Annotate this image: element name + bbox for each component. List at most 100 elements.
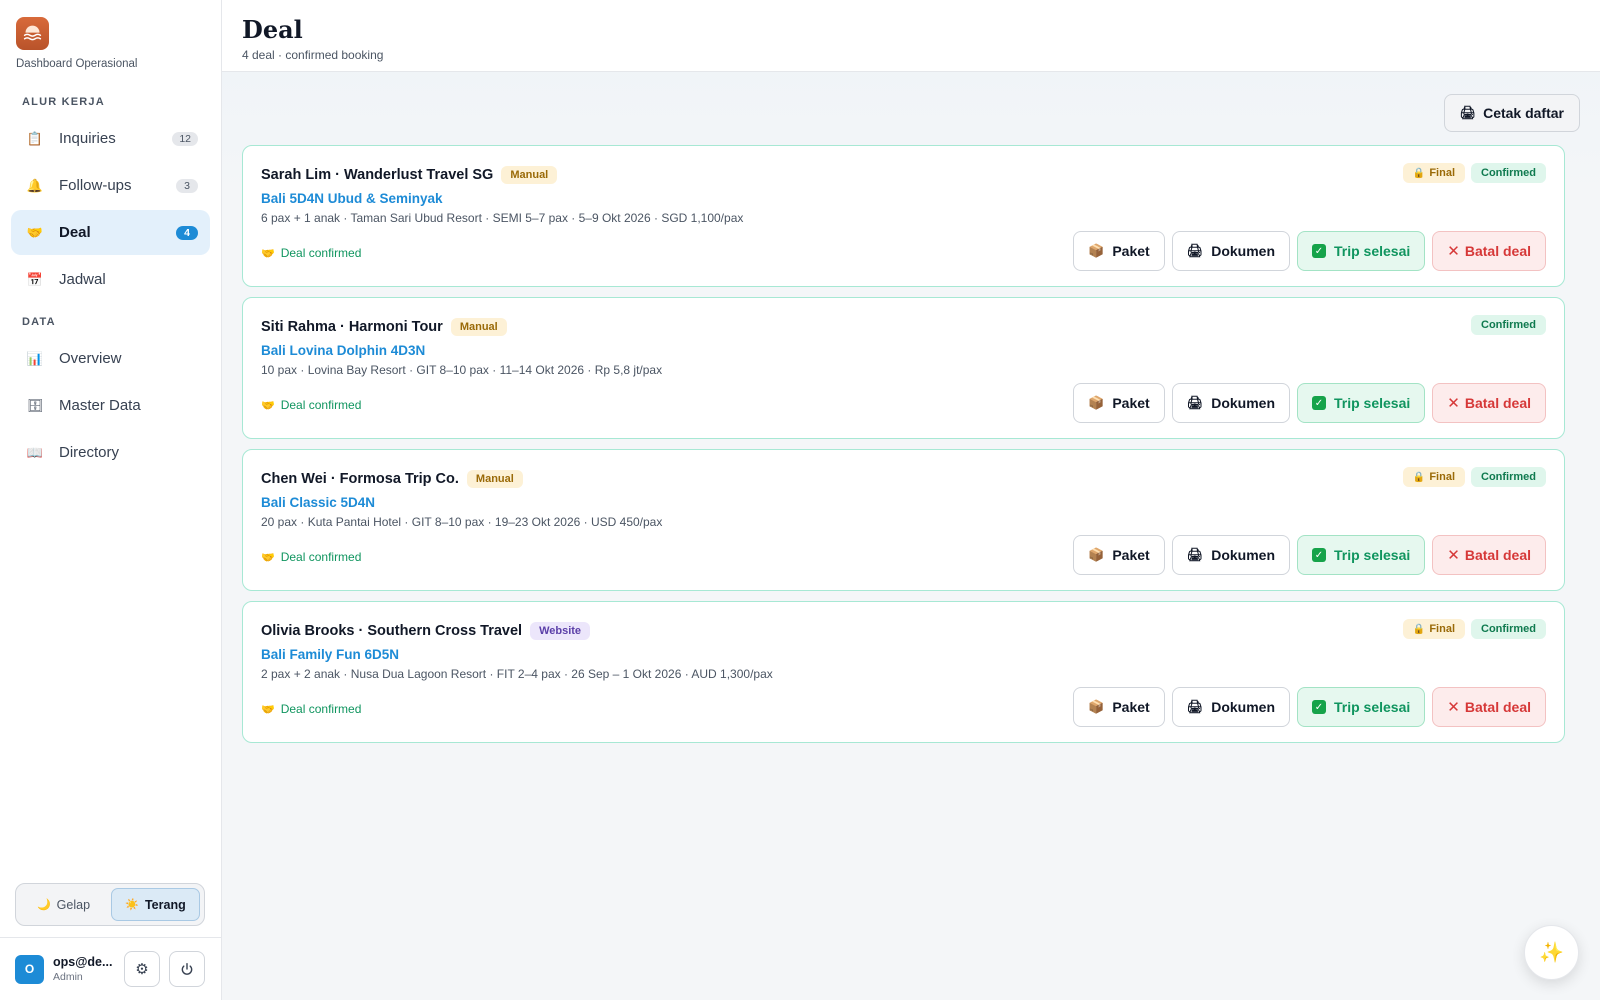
logout-button[interactable] [169,951,205,987]
source-badge: Manual [466,470,523,488]
deal-status-label: Deal confirmed [280,246,362,260]
brand-logo-icon[interactable] [16,17,49,50]
package-icon: 📦 [1088,243,1105,258]
deal-title: Sarah Lim · Wanderlust Travel SG [261,167,494,183]
cancel-deal-button[interactable]: ✕ Batal deal [1432,231,1546,271]
cancel-deal-button[interactable]: ✕ Batal deal [1432,687,1546,727]
dokumen-button[interactable]: 🖨 Dokumen [1171,535,1290,575]
deal-details: 10 pax · Lovina Bay Resort · GIT 8–10 pa… [261,363,663,377]
cancel-deal-label: Batal deal [1464,547,1531,563]
sidebar-nav: ALUR KERJA 📋 Inquiries 12 🔔 Follow-ups 3 🤝 Deal 4… [0,70,221,477]
theme-light-button[interactable]: ☀️ Terang [111,888,200,921]
sidebar-item-label: Deal [59,224,91,241]
trip-done-button[interactable]: ✓ Trip selesai [1297,383,1426,423]
ai-assistant-button[interactable]: ✨ [1524,925,1579,980]
trip-done-label: Trip selesai [1334,547,1411,563]
bell-icon: 🔔 [26,177,44,193]
sidebar-item-overview[interactable]: 📊 Overview [11,336,210,381]
dokumen-label: Dokumen [1211,395,1275,411]
final-label: Final [1429,167,1455,179]
paket-button[interactable]: 📦 Paket [1073,535,1165,575]
status-badges: Confirmed [1471,315,1546,335]
close-icon: ✕ [1447,547,1460,564]
trip-done-button[interactable]: ✓ Trip selesai [1297,231,1426,271]
source-badge: Website [530,622,591,640]
final-label: Final [1429,471,1455,483]
dokumen-button[interactable]: 🖨 Dokumen [1171,687,1290,727]
sidebar-item-follow-ups[interactable]: 🔔 Follow-ups 3 [11,163,210,208]
cancel-deal-button[interactable]: ✕ Batal deal [1432,383,1546,423]
print-list-label: Cetak daftar [1483,105,1564,121]
print-list-button[interactable]: 🖨 Cetak daftar [1443,94,1580,132]
trip-done-label: Trip selesai [1334,699,1411,715]
power-icon [181,963,193,975]
deal-card: Siti Rahma · Harmoni Tour Manual Bali Lo… [242,297,1565,439]
confirmed-badge: Confirmed [1471,163,1546,183]
sidebar-item-directory[interactable]: 📖 Directory [11,430,210,475]
handshake-icon: 🤝 [261,247,275,260]
cancel-deal-label: Batal deal [1464,699,1531,715]
paket-button[interactable]: 📦 Paket [1073,687,1165,727]
page-title: Deal [242,15,303,44]
brand-subtitle: Dashboard Operasional [16,58,138,70]
sidebar-item-deal[interactable]: 🤝 Deal 4 [11,210,210,255]
settings-button[interactable]: ⚙ [124,951,160,987]
dokumen-label: Dokumen [1211,547,1275,563]
deal-status-label: Deal confirmed [280,550,362,564]
close-icon: ✕ [1447,699,1460,716]
sidebar-item-label: Overview [59,350,122,367]
deal-details: 2 pax + 2 anak · Nusa Dua Lagoon Resort … [261,667,773,681]
paket-label: Paket [1112,243,1150,259]
deal-list: Sarah Lim · Wanderlust Travel SG Manual … [242,145,1565,753]
sidebar-item-jadwal[interactable]: 📅 Jadwal [11,257,210,302]
deal-status-label: Deal confirmed [280,702,362,716]
sidebar-item-inquiries[interactable]: 📋 Inquiries 12 [11,116,210,161]
package-link[interactable]: Bali 5D4N Ubud & Seminyak [261,191,1546,206]
user-info: ops@de... Admin [53,955,115,983]
page-subtitle: 4 deal · confirmed booking [242,48,384,62]
deal-status: 🤝 Deal confirmed [261,398,361,412]
sun-icon: ☀️ [125,899,139,911]
user-role: Admin [53,971,83,983]
deal-title: Olivia Brooks · Southern Cross Travel [261,623,523,639]
sidebar-item-master-data[interactable]: 🗄 Master Data [11,383,210,428]
handshake-icon: 🤝 [261,399,275,412]
printer-icon: 🖨 [1186,243,1204,258]
dokumen-button[interactable]: 🖨 Dokumen [1171,231,1290,271]
avatar[interactable]: O [15,954,44,984]
lock-icon: 🔒 [1412,623,1426,635]
deal-status: 🤝 Deal confirmed [261,246,361,260]
lock-icon: 🔒 [1412,167,1426,179]
printer-icon: 🖨 [1186,699,1204,714]
paket-label: Paket [1112,395,1150,411]
trip-done-button[interactable]: ✓ Trip selesai [1297,687,1426,727]
paket-button[interactable]: 📦 Paket [1073,231,1165,271]
deal-title-row: Chen Wei · Formosa Trip Co. Manual [261,469,1546,489]
package-link[interactable]: Bali Family Fun 6D5N [261,647,1546,662]
deal-title: Chen Wei · Formosa Trip Co. [261,471,459,487]
package-link[interactable]: Bali Classic 5D4N [261,495,1546,510]
paket-label: Paket [1112,699,1150,715]
dokumen-button[interactable]: 🖨 Dokumen [1171,383,1290,423]
paket-label: Paket [1112,547,1150,563]
cancel-deal-label: Batal deal [1464,243,1531,259]
trip-done-button[interactable]: ✓ Trip selesai [1297,535,1426,575]
final-badge: 🔒 Final [1402,467,1465,487]
check-box-icon: ✓ [1312,396,1326,410]
sidebar-item-label: Inquiries [59,130,116,147]
theme-dark-button[interactable]: 🌙 Gelap [20,888,107,921]
cancel-deal-button[interactable]: ✕ Batal deal [1432,535,1546,575]
sidebar-section-label: DATA [22,316,56,328]
moon-icon: 🌙 [36,899,51,911]
deal-title-row: Olivia Brooks · Southern Cross Travel We… [261,621,1546,641]
book-icon: 📖 [26,444,44,460]
paket-button[interactable]: 📦 Paket [1073,383,1165,423]
package-link[interactable]: Bali Lovina Dolphin 4D3N [261,343,1546,358]
final-label: Final [1429,623,1455,635]
deal-card: Chen Wei · Formosa Trip Co. Manual Bali … [242,449,1565,591]
count-badge: 3 [176,178,198,193]
status-badges: 🔒 Final Confirmed [1402,467,1546,487]
source-badge: Manual [501,166,558,184]
check-box-icon: ✓ [1312,700,1326,714]
sidebar-section-label: ALUR KERJA [22,96,105,108]
